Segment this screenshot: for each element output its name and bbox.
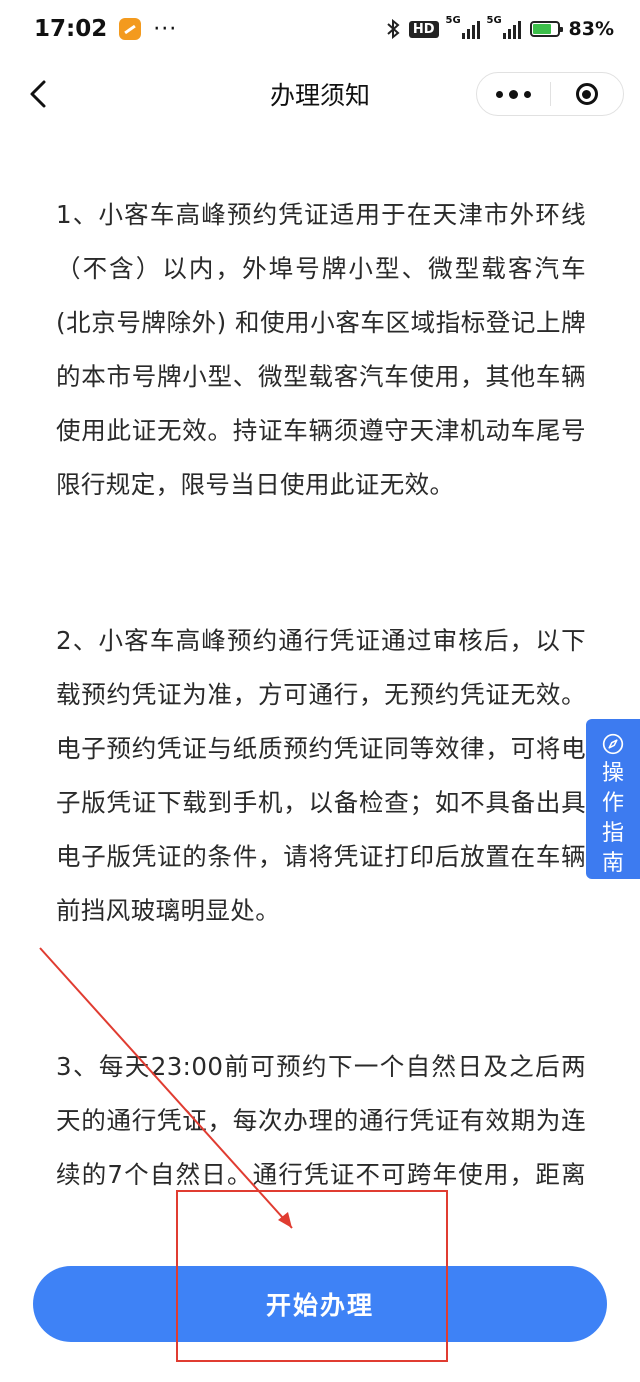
signal-icon-1: 5G [446, 15, 480, 39]
bluetooth-icon [387, 19, 400, 39]
notification-app-icon [119, 18, 142, 40]
notice-paragraph-3: 3、每天23:00前可预约下一个自然日及之后两天的通行凭证，每次办理的通行凭证有… [56, 1052, 586, 1189]
battery-percent: 83% [568, 18, 614, 40]
hd-badge: HD [408, 20, 439, 38]
notice-paragraph-1: 1、小客车高峰预约凭证适用于在天津市外环线（不含）以内，外埠号牌小型、微型载客汽… [56, 200, 586, 499]
close-mini-program-button[interactable] [551, 73, 624, 115]
bottom-action-bar: 开始办理 [0, 1212, 640, 1382]
signal-icon-2: 5G [487, 15, 521, 39]
network-type-1: 5G [445, 15, 461, 26]
more-button[interactable] [477, 73, 550, 115]
operation-guide-tab[interactable]: 操作指南 [586, 719, 640, 879]
more-dots-icon [495, 90, 503, 98]
battery-icon [529, 21, 563, 37]
operation-guide-label: 操作指南 [601, 761, 624, 876]
mini-program-capsule [476, 72, 624, 116]
status-time: 17:02 [34, 16, 108, 42]
status-right: HD 5G 5G 83% [386, 15, 614, 40]
target-circle-icon [575, 83, 598, 105]
network-type-2: 5G [486, 15, 502, 26]
status-bar: 17:02 ··· HD 5G 5G 83% [0, 0, 640, 58]
notice-paragraph-2: 2、小客车高峰预约通行凭证通过审核后，以下载预约凭证为准，方可通行，无预约凭证无… [56, 626, 586, 925]
notice-content[interactable]: 1、小客车高峰预约凭证适用于在天津市外环线（不含）以内，外埠号牌小型、微型载客汽… [56, 188, 586, 1210]
status-more-dots: ··· [153, 16, 178, 42]
compass-icon [602, 733, 624, 755]
nav-bar: 办理须知 [0, 58, 640, 130]
start-processing-button[interactable]: 开始办理 [33, 1266, 607, 1342]
status-left: 17:02 ··· [34, 16, 177, 42]
